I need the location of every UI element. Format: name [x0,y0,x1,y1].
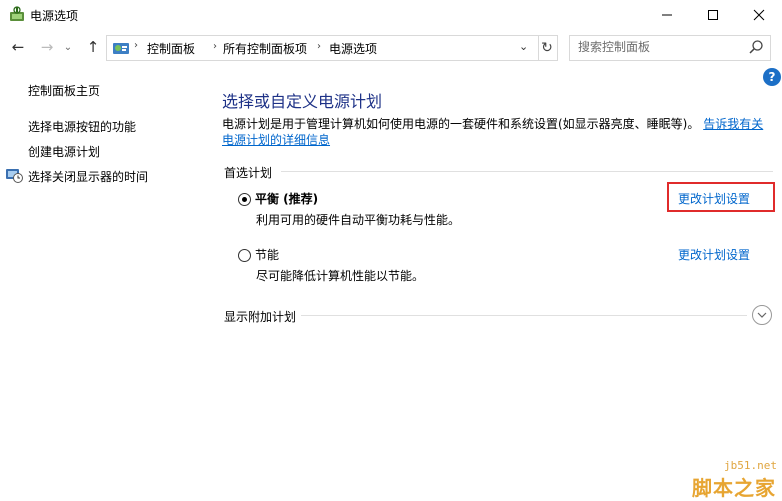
watermark-url: jb51.net [724,459,777,472]
arrow-right-icon: → [40,38,54,56]
up-button[interactable]: ↑ [84,37,102,57]
close-icon [753,9,765,21]
page-title: 选择或自定义电源计划 [222,92,383,111]
plan-balanced-name[interactable]: 平衡 (推荐) [255,190,318,207]
breadcrumb-separator: › [134,40,138,51]
breadcrumb-power-options[interactable]: 电源选项 [329,40,377,57]
help-icon[interactable]: ? [763,68,781,86]
breadcrumb-separator[interactable]: › [213,41,217,52]
recent-locations-button[interactable]: ⌄ [62,37,74,57]
breadcrumb-all-items[interactable]: 所有控制面板项 [223,40,307,57]
search-box[interactable] [569,35,771,61]
minimize-button[interactable] [644,0,690,30]
close-button[interactable] [736,0,782,30]
chevron-down-icon: ⌄ [63,41,73,53]
arrow-left-icon: ← [11,38,25,56]
search-icon[interactable] [748,39,764,55]
sidebar-item-display-off-time[interactable]: 选择关闭显示器的时间 [28,168,148,185]
section-divider [281,171,773,172]
change-plan-settings-link-balanced[interactable]: 更改计划设置 [678,190,750,207]
refresh-button[interactable]: ↻ [537,35,558,61]
sidebar-item-control-panel-home[interactable]: 控制面板主页 [28,82,100,99]
breadcrumb-control-panel[interactable]: 控制面板 [147,40,195,57]
plan-balanced-radio[interactable] [238,193,251,206]
refresh-icon: ↻ [541,40,553,56]
maximize-icon [708,10,718,20]
breadcrumb-separator[interactable]: › [317,41,321,52]
minimize-icon [662,14,672,16]
plan-balanced-description: 利用可用的硬件自动平衡功耗与性能。 [256,213,461,227]
address-dropdown-icon[interactable]: ⌄ [519,40,528,53]
control-panel-icon [112,39,130,57]
sidebar-item-power-buttons[interactable]: 选择电源按钮的功能 [28,118,136,135]
search-input[interactable] [578,40,738,54]
radio-selected-dot [242,197,247,202]
preferred-plans-heading: 首选计划 [224,166,273,180]
display-clock-icon [5,166,23,184]
window-title: 电源选项 [30,9,79,23]
maximize-button[interactable] [690,0,736,30]
address-bar[interactable]: › 控制面板 › 所有控制面板项 › 电源选项 ⌄ [106,35,539,61]
back-button[interactable]: ← [9,37,27,57]
plan-power-saver-description: 尽可能降低计算机性能以节能。 [256,269,425,283]
watermark-brand: 脚本之家 [692,476,776,500]
sidebar-item-create-plan[interactable]: 创建电源计划 [28,143,100,160]
change-plan-settings-link-power-saver[interactable]: 更改计划设置 [678,246,750,263]
section-divider [301,315,747,316]
expand-additional-plans-button[interactable] [752,305,772,325]
arrow-up-icon: ↑ [86,38,100,56]
description-text: 电源计划是用于管理计算机如何使用电源的一套硬件和系统设置(如显示器亮度、睡眠等)… [222,117,700,131]
power-options-icon [8,6,26,24]
page-description: 电源计划是用于管理计算机如何使用电源的一套硬件和系统设置(如显示器亮度、睡眠等)… [222,116,774,148]
plan-power-saver-radio[interactable] [238,249,251,262]
plan-power-saver-name[interactable]: 节能 [255,246,279,263]
chevron-down-icon [757,312,767,318]
show-additional-plans-heading[interactable]: 显示附加计划 [224,308,296,325]
forward-button[interactable]: → [38,37,56,57]
